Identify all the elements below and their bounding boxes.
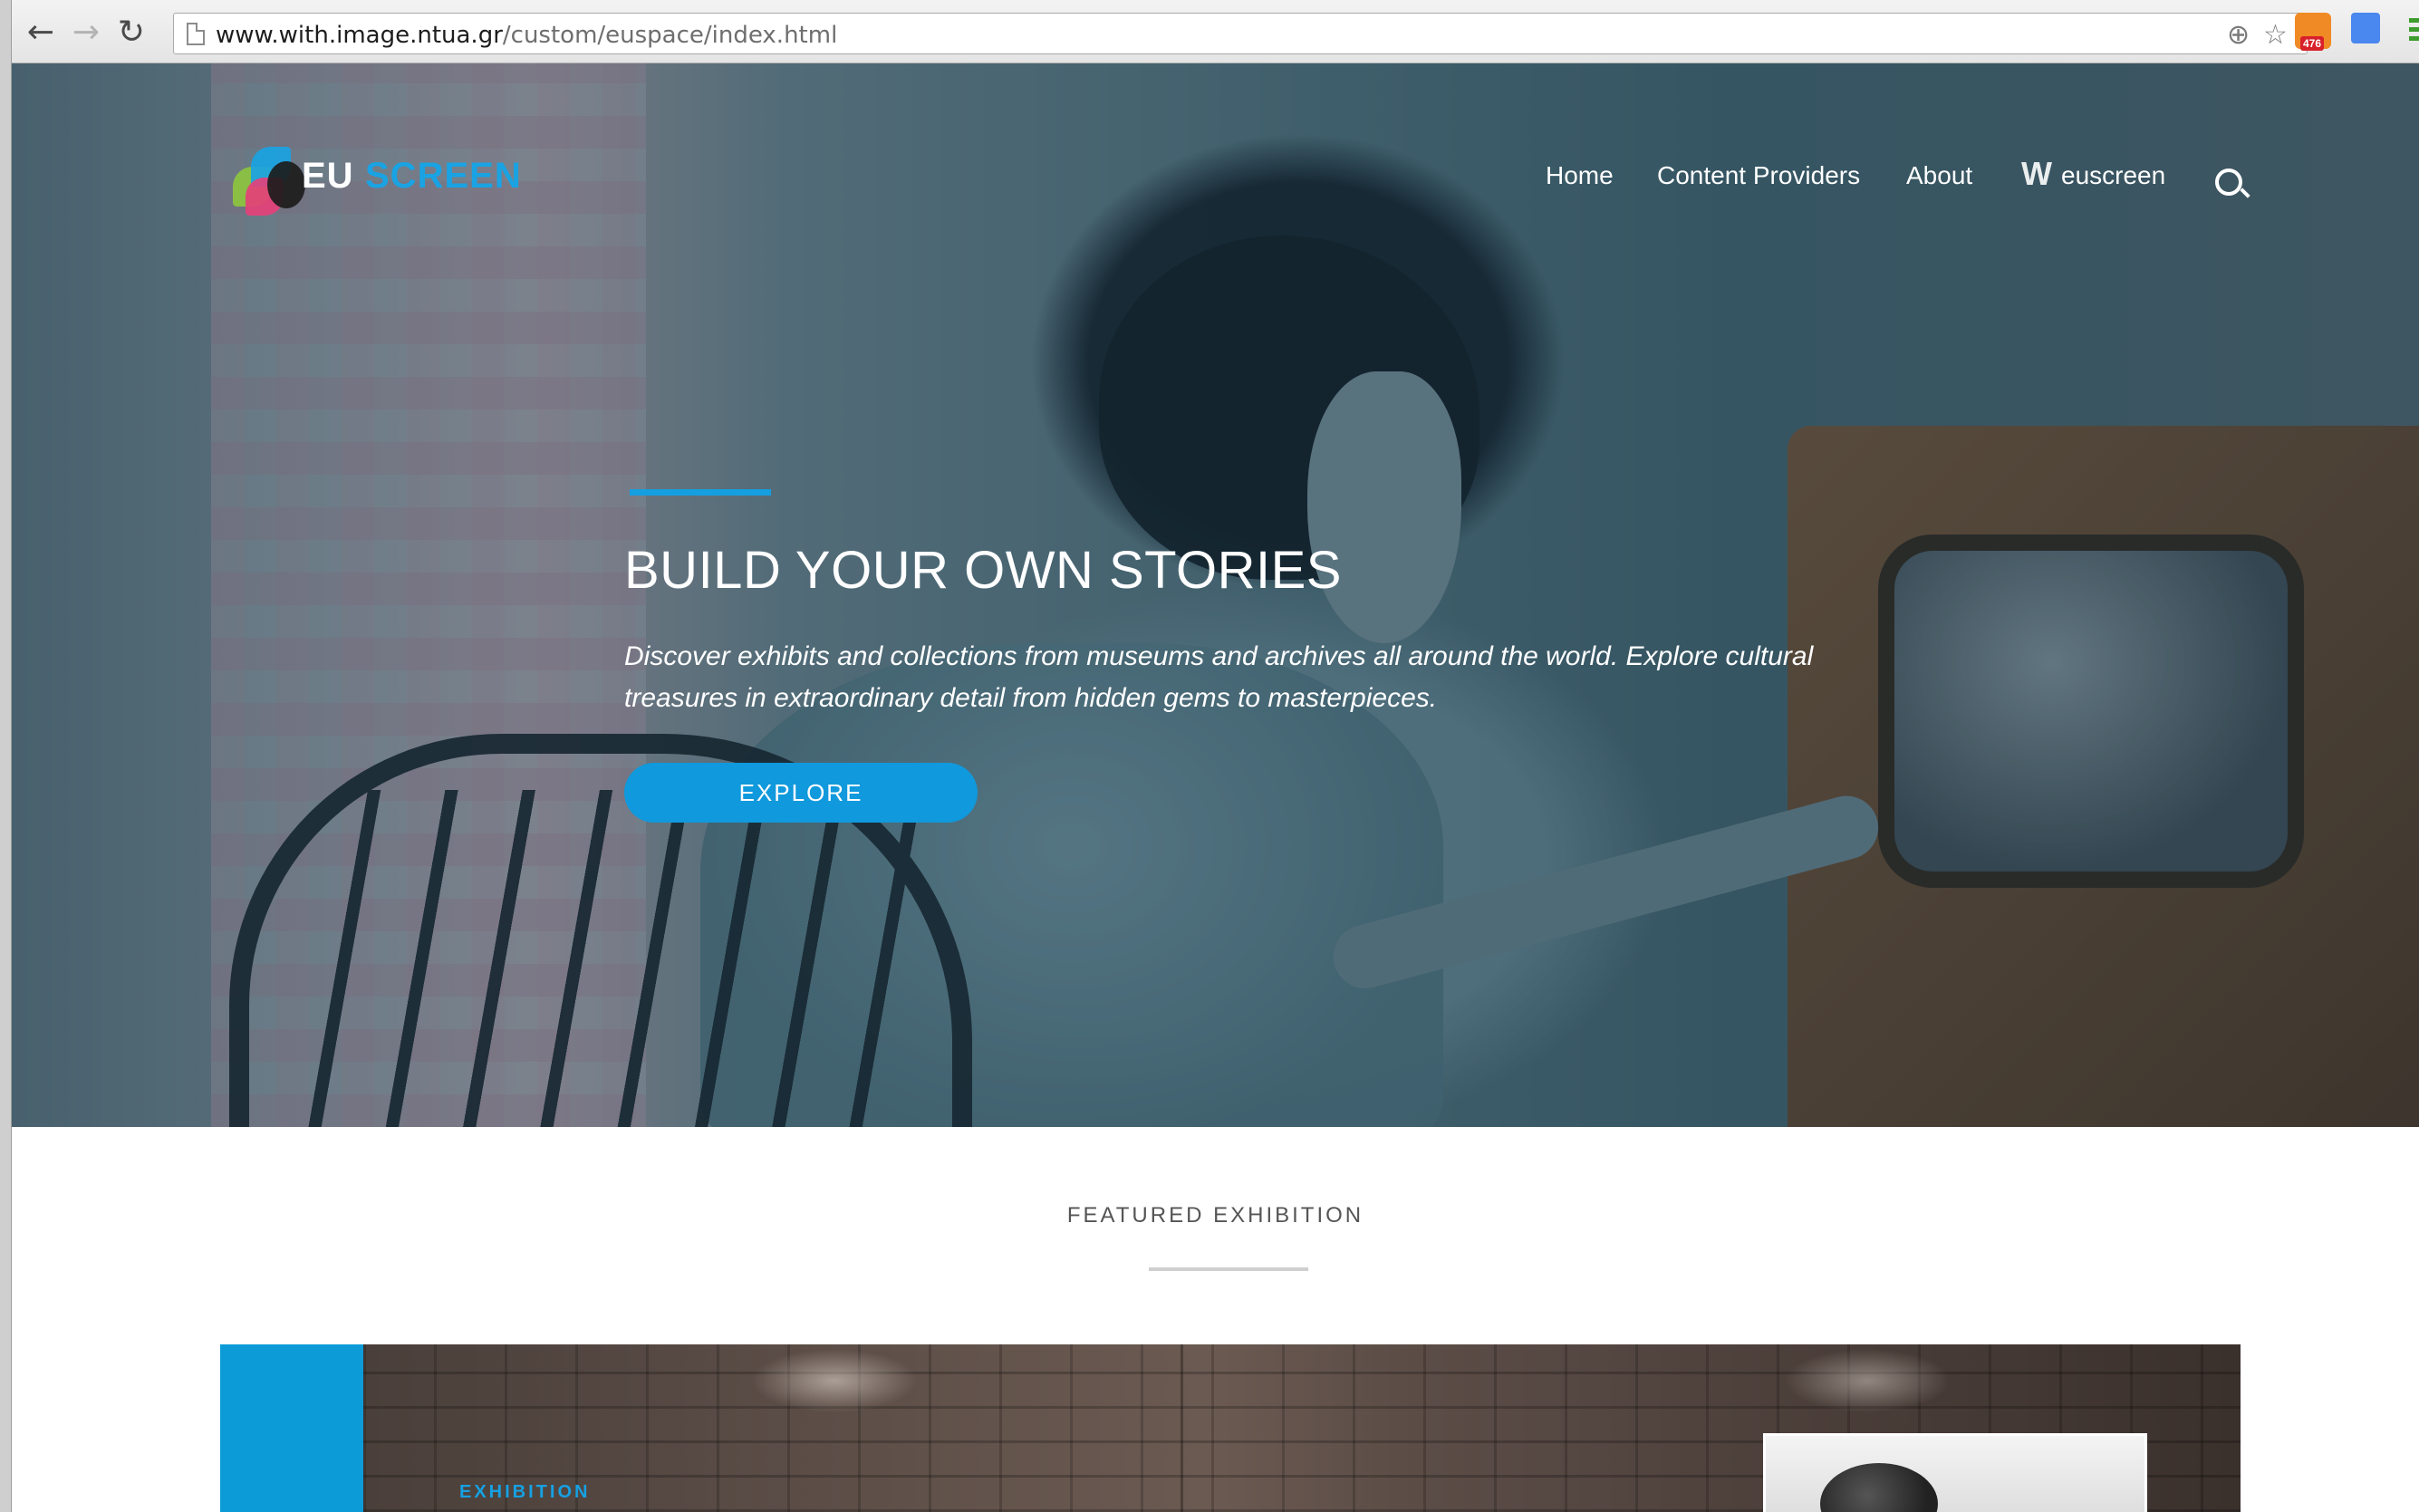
card-image-divider xyxy=(1181,1344,1183,1512)
featured-section-title: FEATURED EXHIBITION xyxy=(1066,1203,1364,1228)
hero-accent-bar xyxy=(630,489,771,496)
featured-title-divider xyxy=(1149,1267,1308,1271)
nav-euscreen[interactable]: euscreen xyxy=(2061,161,2165,190)
back-icon[interactable]: ← xyxy=(23,14,59,51)
page-icon xyxy=(187,23,205,45)
url-path: /custom/euspace/index.html xyxy=(502,22,838,49)
translate-extension-icon[interactable] xyxy=(2351,13,2380,43)
nav-about[interactable]: About xyxy=(1906,161,1972,190)
hero-banner: EU SCREEN Home Content Providers About e… xyxy=(12,63,2419,1127)
rss-extension-icon[interactable] xyxy=(2295,13,2331,51)
forward-icon[interactable]: → xyxy=(68,14,104,51)
site-navigation: Home Content Providers About euscreen xyxy=(12,161,2419,216)
card-thumbnail-image[interactable] xyxy=(1763,1433,2147,1512)
search-icon[interactable] xyxy=(2215,169,2242,196)
browser-menu-icon[interactable] xyxy=(2409,18,2419,45)
nav-home[interactable]: Home xyxy=(1546,161,1614,190)
card-accent-block xyxy=(220,1344,363,1512)
url-text[interactable]: www.with.image.ntua.gr/custom/euspace/in… xyxy=(216,22,837,49)
nav-content-providers[interactable]: Content Providers xyxy=(1657,161,1860,190)
address-bar[interactable]: www.with.image.ntua.gr/custom/euspace/in… xyxy=(173,13,2308,54)
hero-title: BUILD YOUR OWN STORIES xyxy=(624,541,1342,600)
zoom-icon[interactable]: ⊕ xyxy=(2227,19,2250,51)
with-logo-icon[interactable]: W xyxy=(2021,156,2052,192)
reload-icon[interactable]: ↻ xyxy=(113,14,149,51)
window-frame-edge xyxy=(0,0,12,1512)
featured-exhibition-card[interactable]: EXHIBITION xyxy=(220,1344,2241,1512)
hero-description: Discover exhibits and collections from m… xyxy=(624,641,1814,713)
bookmark-star-icon[interactable]: ☆ xyxy=(2263,19,2288,51)
browser-toolbar: ← → ↻ www.with.image.ntua.gr/custom/eusp… xyxy=(12,0,2419,63)
url-host: www.with.image.ntua.gr xyxy=(216,22,503,49)
explore-button[interactable]: EXPLORE xyxy=(624,763,978,823)
card-exhibition-label: EXHIBITION xyxy=(459,1482,591,1502)
